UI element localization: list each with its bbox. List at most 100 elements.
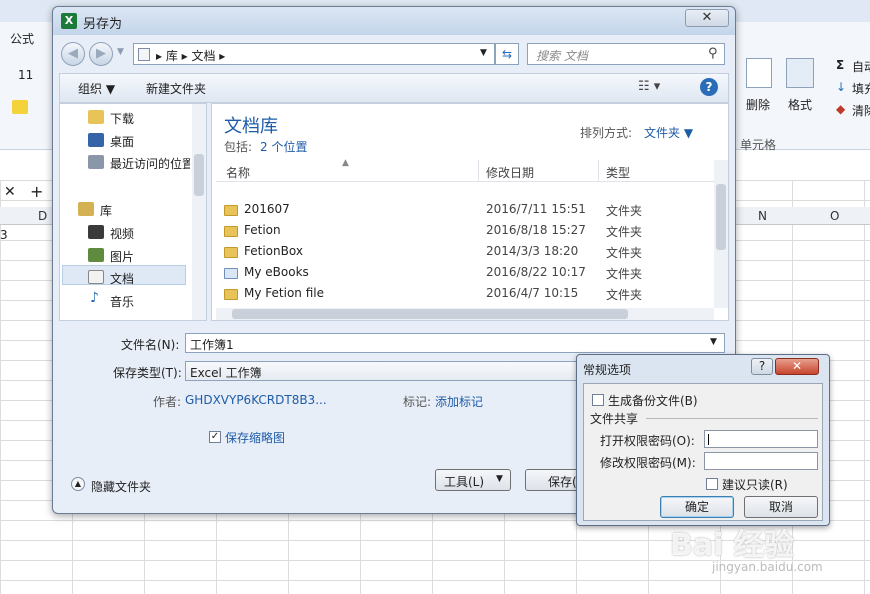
column-header-n[interactable]: N	[758, 209, 767, 223]
address-bar[interactable]: ▸ 库 ▸ 文档 ▸ ▼	[133, 43, 495, 65]
search-input[interactable]: 搜索 文档 ⚲	[527, 43, 725, 65]
forward-button[interactable]: ▶	[89, 42, 113, 66]
backup-checkbox[interactable]	[592, 394, 604, 406]
list-item[interactable]: My Fetion file 2016/4/7 10:15 文件夹	[224, 286, 712, 306]
address-path: ▸ 库 ▸ 文档 ▸	[156, 49, 226, 63]
list-item[interactable]: My eBooks 2016/8/22 10:17 文件夹	[224, 265, 712, 285]
column-header-d[interactable]: D	[38, 209, 47, 223]
filename-value: 工作簿1	[190, 338, 234, 352]
filename-dropdown-icon[interactable]: ▼	[710, 337, 717, 347]
thumbnail-checkbox[interactable]: ✓	[209, 431, 221, 443]
close-sheet-icon[interactable]: ✕	[4, 184, 16, 200]
ebooks-folder-icon	[224, 268, 238, 279]
search-placeholder: 搜索 文档	[536, 49, 588, 63]
file-date: 2016/8/18 15:27	[486, 223, 586, 237]
column-header-type[interactable]: 类型	[606, 164, 630, 181]
music-icon: ♪	[90, 290, 99, 306]
format-button[interactable]: 格式	[788, 96, 812, 113]
close-button[interactable]: ✕	[685, 9, 729, 27]
view-options-icon[interactable]: ☷ ▾	[638, 79, 660, 94]
file-type: 文件夹	[606, 246, 643, 260]
modify-password-input[interactable]	[704, 452, 818, 470]
hscroll-thumb[interactable]	[232, 309, 628, 319]
recent-dropdown-icon[interactable]: ▼	[117, 47, 124, 57]
refresh-icon: ⇆	[501, 47, 513, 61]
column-header-o[interactable]: O	[830, 209, 839, 223]
delete-button[interactable]: 删除	[746, 96, 770, 113]
refresh-button[interactable]: ⇆	[495, 43, 519, 65]
nav-item-documents[interactable]: 文档	[110, 270, 134, 287]
cancel-button[interactable]: 取消	[744, 496, 818, 518]
options-close-button[interactable]: ✕	[775, 358, 819, 375]
share-group-label: 文件共享	[590, 412, 639, 426]
watermark-logo: Bai 经验	[670, 528, 794, 563]
autosum-button[interactable]: 自动	[852, 58, 870, 75]
clear-button[interactable]: 清除	[852, 102, 870, 119]
hide-folders-button[interactable]: 隐藏文件夹	[91, 478, 151, 495]
back-button[interactable]: ◀	[61, 42, 85, 66]
file-name: My eBooks	[244, 265, 309, 279]
list-item[interactable]: Fetion 2016/8/18 15:27 文件夹	[224, 223, 712, 243]
column-header-name[interactable]: 名称	[226, 164, 250, 181]
folder-icon	[224, 247, 238, 258]
nav-item-libraries[interactable]: 库	[100, 202, 112, 219]
file-type: 文件夹	[606, 225, 643, 239]
file-type: 文件夹	[606, 288, 643, 302]
vscroll-thumb[interactable]	[716, 184, 726, 250]
backup-label[interactable]: 生成备份文件(B)	[608, 392, 698, 409]
folder-icon	[224, 226, 238, 237]
nav-item-music[interactable]: 音乐	[110, 293, 134, 310]
search-icon[interactable]: ⚲	[708, 46, 718, 61]
hide-folders-icon[interactable]: ▲	[71, 477, 85, 491]
filename-input[interactable]: 工作簿1 ▼	[185, 333, 725, 353]
dialog-titlebar[interactable]: X 另存为 ✕	[53, 7, 735, 35]
delete-cells-icon[interactable]	[746, 58, 772, 88]
font-size-value[interactable]: 11	[18, 68, 33, 82]
thumbnail-label[interactable]: 保存缩略图	[225, 429, 285, 446]
pictures-icon	[88, 248, 104, 262]
navigation-pane[interactable]: 下载 桌面 最近访问的位置 库 视频 图片 文档 ♪ 音乐	[59, 103, 207, 321]
ok-button[interactable]: 确定	[660, 496, 734, 518]
downloads-icon	[88, 110, 104, 124]
nav-item-desktop[interactable]: 桌面	[110, 133, 134, 150]
eraser-icon: ◆	[836, 102, 846, 116]
nav-item-downloads[interactable]: 下载	[110, 110, 134, 127]
file-list-pane[interactable]: 文档库 包括: 2 个位置 排列方式: 文件夹 ▼ ▲ 名称 修改日期 类型 2…	[211, 103, 729, 321]
sort-label: 排列方式:	[580, 126, 633, 140]
file-name: 201607	[244, 202, 290, 216]
new-sheet-icon[interactable]: +	[30, 182, 43, 201]
options-help-button[interactable]: ?	[751, 358, 773, 375]
file-list-hscrollbar[interactable]	[216, 308, 714, 320]
ribbon-tab-formula[interactable]: 公式	[10, 30, 34, 47]
cells-group-label: 单元格	[740, 138, 777, 152]
add-tags-link[interactable]: 添加标记	[435, 393, 483, 410]
column-divider	[598, 160, 599, 182]
list-item[interactable]: 201607 2016/7/11 15:51 文件夹	[224, 202, 712, 222]
author-value[interactable]: GHDXVYP6KCRDT8B3...	[185, 393, 327, 407]
file-date: 2016/7/11 15:51	[486, 202, 586, 216]
help-icon[interactable]: ?	[700, 78, 718, 96]
nav-scroll-thumb[interactable]	[194, 154, 204, 196]
nav-item-recent[interactable]: 最近访问的位置	[110, 155, 190, 172]
format-cells-icon[interactable]	[786, 58, 814, 88]
nav-item-pictures[interactable]: 图片	[110, 248, 134, 265]
list-item[interactable]: FetionBox 2014/3/3 18:20 文件夹	[224, 244, 712, 264]
library-locations-link[interactable]: 2 个位置	[260, 138, 307, 155]
nav-scrollbar[interactable]	[192, 104, 206, 320]
nav-item-videos[interactable]: 视频	[110, 225, 134, 242]
readonly-checkbox[interactable]	[706, 478, 718, 490]
file-type: 文件夹	[606, 204, 643, 218]
fill-button[interactable]: 填充	[852, 80, 870, 97]
column-header-date[interactable]: 修改日期	[486, 164, 534, 181]
modify-password-label: 修改权限密码(M):	[600, 456, 696, 470]
organize-button[interactable]: 组织 ▼	[78, 80, 115, 97]
address-dropdown-icon[interactable]: ▼	[480, 48, 487, 58]
fill-color-icon[interactable]	[12, 100, 28, 114]
readonly-label[interactable]: 建议只读(R)	[722, 476, 788, 493]
excel-app-icon: X	[61, 13, 77, 29]
new-folder-button[interactable]: 新建文件夹	[146, 80, 206, 97]
open-password-input[interactable]	[704, 430, 818, 448]
tools-button[interactable]: 工具(L) ▼	[435, 469, 511, 491]
sort-dropdown[interactable]: 文件夹 ▼	[644, 124, 693, 141]
file-list-vscrollbar[interactable]	[714, 160, 728, 308]
